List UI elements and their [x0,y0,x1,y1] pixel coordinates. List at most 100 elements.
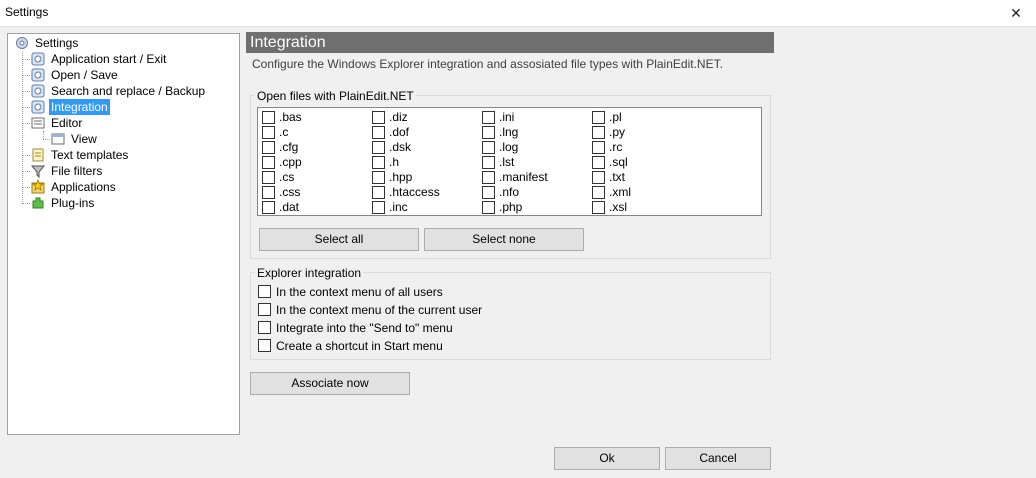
file-type-checkbox[interactable] [592,141,605,154]
tree-line [22,59,30,60]
file-type-checkbox[interactable] [262,186,275,199]
tree-item-label: Editor [51,116,83,130]
file-type-checkbox[interactable] [372,171,385,184]
explorer-option-checkbox[interactable] [258,303,271,316]
associate-now-button[interactable]: Associate now [250,372,410,395]
file-type-list: .bas .c .cfg .cpp .cs .css .dat .diz .dof .dsk .h.… [257,107,762,216]
file-type-checkbox[interactable] [262,171,275,184]
file-type-checkbox[interactable] [262,111,275,124]
file-type-label: .dsk [389,140,412,154]
file-type-label: .sql [609,155,628,169]
settings-page-icon [31,100,45,114]
tree-line [22,171,30,172]
cancel-button[interactable]: Cancel [665,447,771,470]
file-type-checkbox[interactable] [262,141,275,154]
file-type-label: .diz [389,110,408,124]
file-type-checkbox[interactable] [262,156,275,169]
file-type-label: .htaccess [389,185,440,199]
tree-line [22,155,30,156]
file-type-label: .css [279,185,301,199]
explorer-option-checkbox[interactable] [258,339,271,352]
file-type-checkbox[interactable] [592,111,605,124]
explorer-option-checkbox[interactable] [258,321,271,334]
tree-item-label: Search and replace / Backup [51,84,206,98]
tree-item-label: Text templates [51,148,129,162]
select-all-button[interactable]: Select all [259,228,419,251]
file-type-label: .xml [609,185,631,199]
tree-item-label: Integration [49,99,110,115]
file-type-label: .inc [389,200,408,214]
tree-item-label: Application start / Exit [51,52,167,66]
page-description: Configure the Windows Explorer integrati… [252,57,723,71]
file-type-checkbox[interactable] [482,201,495,214]
explorer-option-label: In the context menu of the current user [276,303,483,317]
title-bar: Settings ✕ [0,0,1036,27]
explorer-integration-group-label: Explorer integration [255,266,364,280]
file-type-label: .nfo [499,185,520,199]
file-type-label: .ini [499,110,515,124]
file-type-label: .txt [609,170,626,184]
templates-icon [32,148,44,162]
tree-line [22,203,30,204]
file-type-checkbox[interactable] [262,201,275,214]
settings-gears-icon [16,37,28,49]
file-type-label: .xsl [609,200,627,214]
file-type-label: .php [499,200,523,214]
ok-button[interactable]: Ok [554,447,660,470]
file-type-checkbox[interactable] [482,171,495,184]
file-type-label: .bas [279,110,302,124]
file-type-checkbox[interactable] [592,171,605,184]
file-type-label: .py [609,125,626,139]
explorer-option-label: Integrate into the "Send to" menu [276,321,453,335]
file-type-checkbox[interactable] [482,126,495,139]
file-type-checkbox[interactable] [372,156,385,169]
window-title: Settings [5,5,49,19]
file-type-checkbox[interactable] [592,126,605,139]
select-none-button[interactable]: Select none [424,228,584,251]
file-type-checkbox[interactable] [482,111,495,124]
file-type-checkbox[interactable] [592,186,605,199]
view-icon [51,133,65,145]
tree-item-label: File filters [51,164,103,178]
tree-item-label: Open / Save [51,68,118,82]
file-type-label: .cs [279,170,295,184]
explorer-option-label: In the context menu of all users [276,285,443,299]
file-type-checkbox[interactable] [372,186,385,199]
tree-item-label: View [71,132,97,146]
file-type-checkbox[interactable] [482,141,495,154]
file-type-checkbox[interactable] [372,201,385,214]
file-type-checkbox[interactable] [372,141,385,154]
explorer-option-label: Create a shortcut in Start menu [276,339,443,353]
tree-line [22,51,23,204]
explorer-option-checkbox[interactable] [258,285,271,298]
file-type-label: .h [389,155,400,169]
settings-page-icon [31,68,45,82]
plugin-icon [32,197,44,209]
tree-line [22,187,30,188]
file-type-label: .manifest [499,170,548,184]
tree-line [22,107,30,108]
editor-icon [31,117,45,129]
close-icon[interactable]: ✕ [996,0,1036,26]
tree-root-label: Settings [35,36,79,50]
file-type-checkbox[interactable] [592,201,605,214]
file-type-checkbox[interactable] [372,126,385,139]
tree-line [22,75,30,76]
file-type-checkbox[interactable] [372,111,385,124]
settings-page-icon [31,84,45,98]
file-type-label: .dat [279,200,300,214]
file-type-checkbox[interactable] [482,156,495,169]
file-type-checkbox[interactable] [592,156,605,169]
file-type-label: .cfg [279,140,299,154]
settings-tree[interactable]: Settings Application start / Exit Open / … [7,33,240,435]
tree-line [22,123,30,124]
file-type-label: .rc [609,140,623,154]
file-type-label: .dof [389,125,410,139]
tree-line [43,139,50,140]
tree-item-label: Plug-ins [51,196,95,210]
file-type-checkbox[interactable] [482,186,495,199]
file-type-label: .cpp [279,155,302,169]
file-type-label: .lst [499,155,515,169]
file-type-label: .lng [499,125,519,139]
file-type-checkbox[interactable] [262,126,275,139]
